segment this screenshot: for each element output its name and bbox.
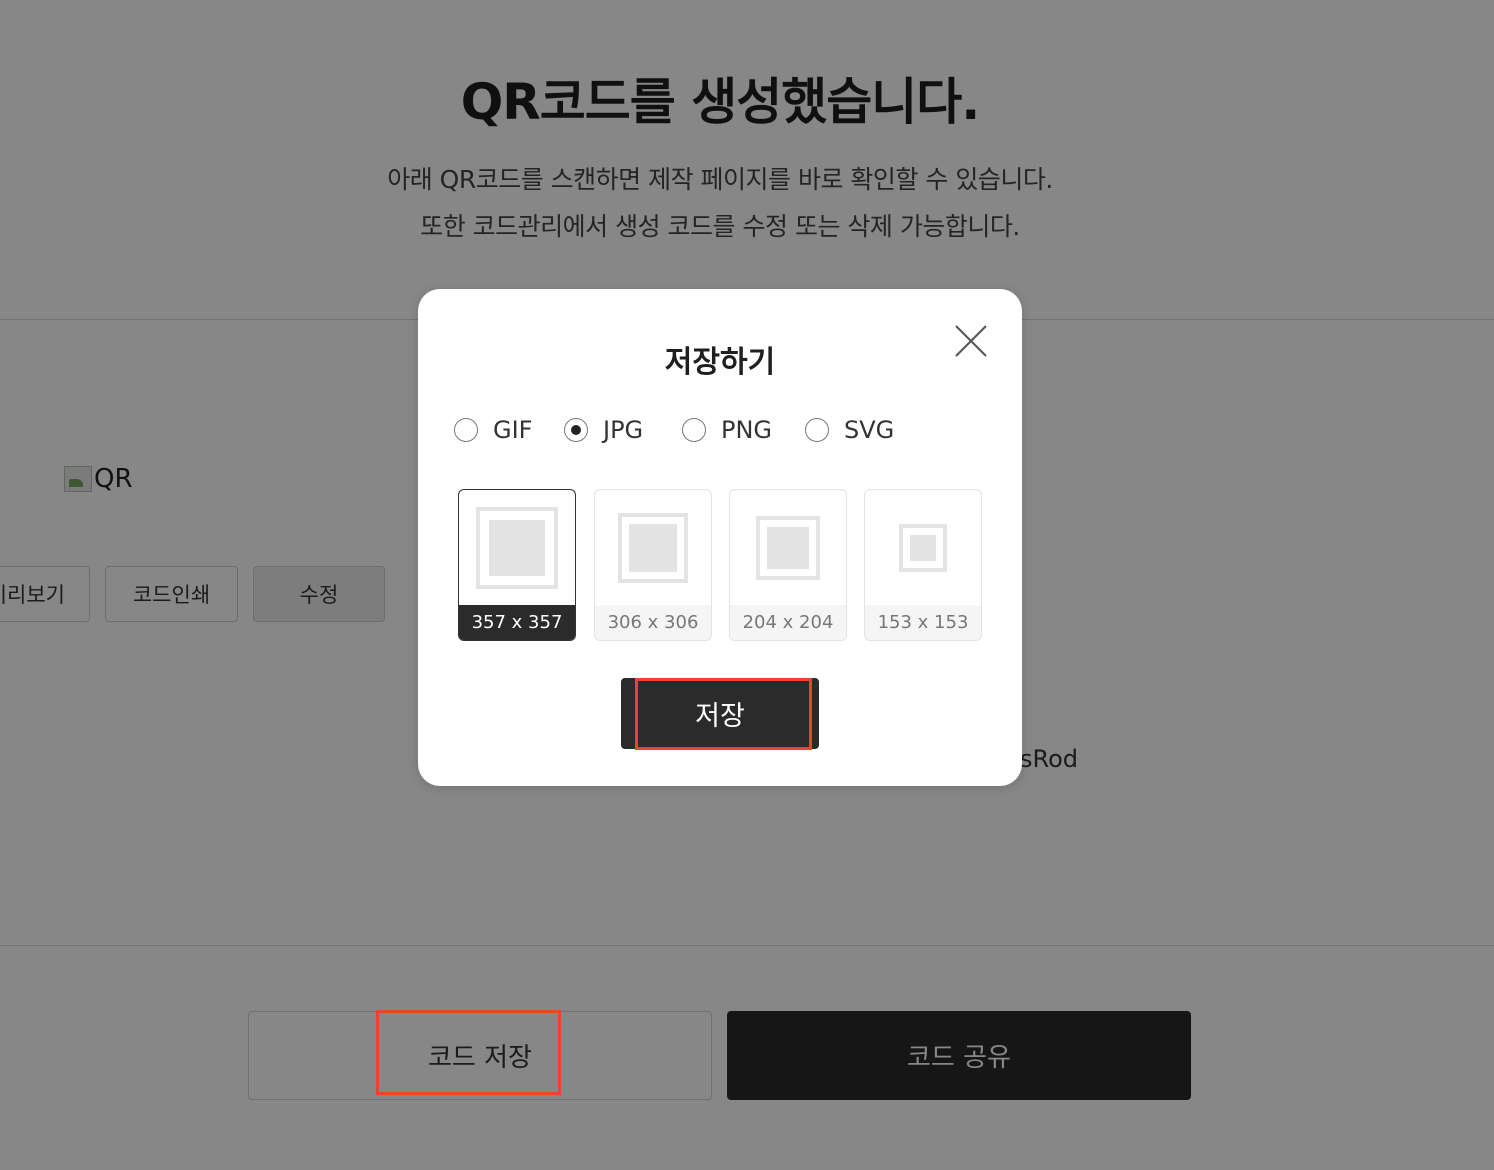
qr-frame-icon <box>618 513 688 583</box>
save-button-label: 저장 <box>695 701 745 732</box>
size-label: 357 x 357 <box>459 605 575 640</box>
format-option-svg[interactable]: SVG <box>805 413 894 447</box>
format-option-jpg[interactable]: JPG <box>564 413 643 447</box>
qr-frame-icon <box>899 524 947 572</box>
size-option-204[interactable]: 204 x 204 <box>729 489 847 641</box>
dialog-title: 저장하기 <box>664 345 776 380</box>
size-label: 153 x 153 <box>865 605 981 640</box>
format-option-gif[interactable]: GIF <box>454 413 532 447</box>
qr-inner-square <box>910 535 936 561</box>
qr-inner-square <box>767 527 809 569</box>
format-label: JPG <box>603 416 644 444</box>
size-preview <box>730 490 846 607</box>
qr-inner-square <box>489 520 545 576</box>
save-button[interactable]: 저장 <box>621 678 819 749</box>
format-label: SVG <box>844 416 895 444</box>
radio-checked-icon <box>564 418 588 442</box>
format-option-png[interactable]: PNG <box>682 413 772 447</box>
qr-frame-icon <box>756 516 820 580</box>
size-preview <box>459 490 575 607</box>
radio-icon <box>454 418 478 442</box>
close-icon <box>955 325 987 357</box>
size-option-153[interactable]: 153 x 153 <box>864 489 982 641</box>
qr-inner-square <box>629 524 677 572</box>
size-preview <box>595 490 711 607</box>
save-dialog: 저장하기 GIF JPG PNG SVG 357 x 357 306 x 306… <box>418 289 1022 786</box>
format-label: GIF <box>493 416 533 444</box>
close-button[interactable] <box>953 323 989 359</box>
qr-frame-icon <box>476 507 558 589</box>
radio-icon <box>805 418 829 442</box>
size-label: 306 x 306 <box>595 605 711 640</box>
size-label: 204 x 204 <box>730 605 846 640</box>
format-label: PNG <box>721 416 773 444</box>
size-option-357[interactable]: 357 x 357 <box>458 489 576 641</box>
size-preview <box>865 490 981 607</box>
size-option-306[interactable]: 306 x 306 <box>594 489 712 641</box>
radio-icon <box>682 418 706 442</box>
